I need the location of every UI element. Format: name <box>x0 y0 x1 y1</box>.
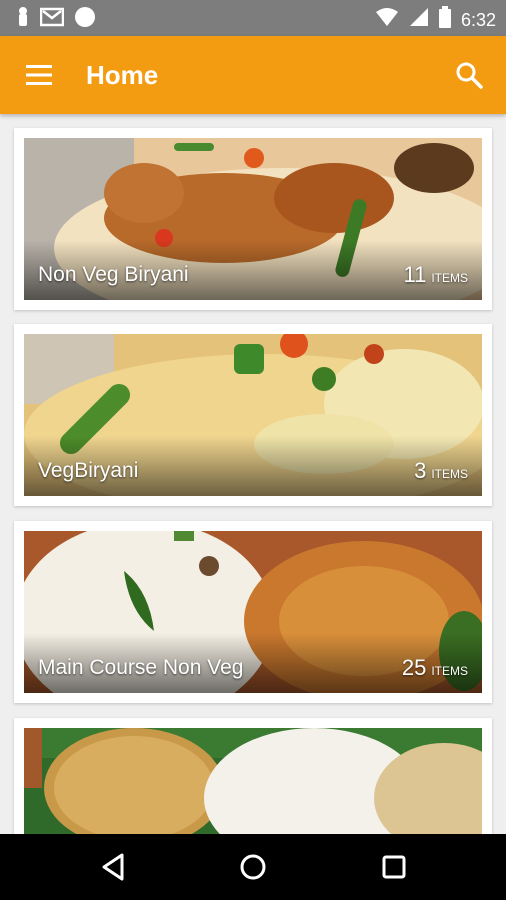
item-count-unit: ITEMS <box>431 664 468 678</box>
item-count: 3 ITEMS <box>414 458 468 484</box>
status-bar: 6:32 <box>0 0 506 36</box>
circle-icon <box>74 6 96 33</box>
category-card-veg-biryani[interactable]: VegBiryani 3 ITEMS <box>14 324 492 506</box>
app-bar: Home <box>0 36 506 114</box>
category-card-main-course-non-veg[interactable]: Main Course Non Veg 25 ITEMS <box>14 521 492 703</box>
search-icon[interactable] <box>454 60 484 90</box>
page-title: Home <box>86 60 159 90</box>
category-image <box>24 728 482 834</box>
wifi-icon <box>375 7 399 32</box>
category-image: Non Veg Biryani 11 ITEMS <box>24 138 482 300</box>
notification-icon <box>16 6 30 33</box>
category-list: Non Veg Biryani 11 ITEMS VegBiryani 3 IT… <box>0 114 506 834</box>
gmail-icon <box>39 7 65 32</box>
category-image: Main Course Non Veg 25 ITEMS <box>24 531 482 693</box>
category-name: Main Course Non Veg <box>38 656 244 679</box>
item-count-unit: ITEMS <box>431 271 468 285</box>
back-icon[interactable] <box>96 850 130 884</box>
category-card-non-veg-biryani[interactable]: Non Veg Biryani 11 ITEMS <box>14 128 492 310</box>
category-card-4[interactable] <box>14 718 492 834</box>
status-time: 6:32 <box>460 9 496 30</box>
category-name: VegBiryani <box>38 459 139 482</box>
item-count-number: 25 <box>401 655 427 680</box>
item-count: 25 ITEMS <box>402 655 468 681</box>
item-count: 11 ITEMS <box>403 262 468 288</box>
battery-icon <box>438 6 451 33</box>
category-name: Non Veg Biryani <box>38 263 189 286</box>
home-icon[interactable] <box>236 850 270 884</box>
signal-icon <box>409 7 429 32</box>
item-count-number: 3 <box>414 458 427 483</box>
item-count-unit: ITEMS <box>431 467 468 481</box>
recents-icon[interactable] <box>377 850 411 884</box>
category-image: VegBiryani 3 ITEMS <box>24 334 482 496</box>
menu-icon[interactable] <box>24 62 54 88</box>
navigation-bar <box>0 834 506 900</box>
item-count-number: 11 <box>403 262 427 287</box>
